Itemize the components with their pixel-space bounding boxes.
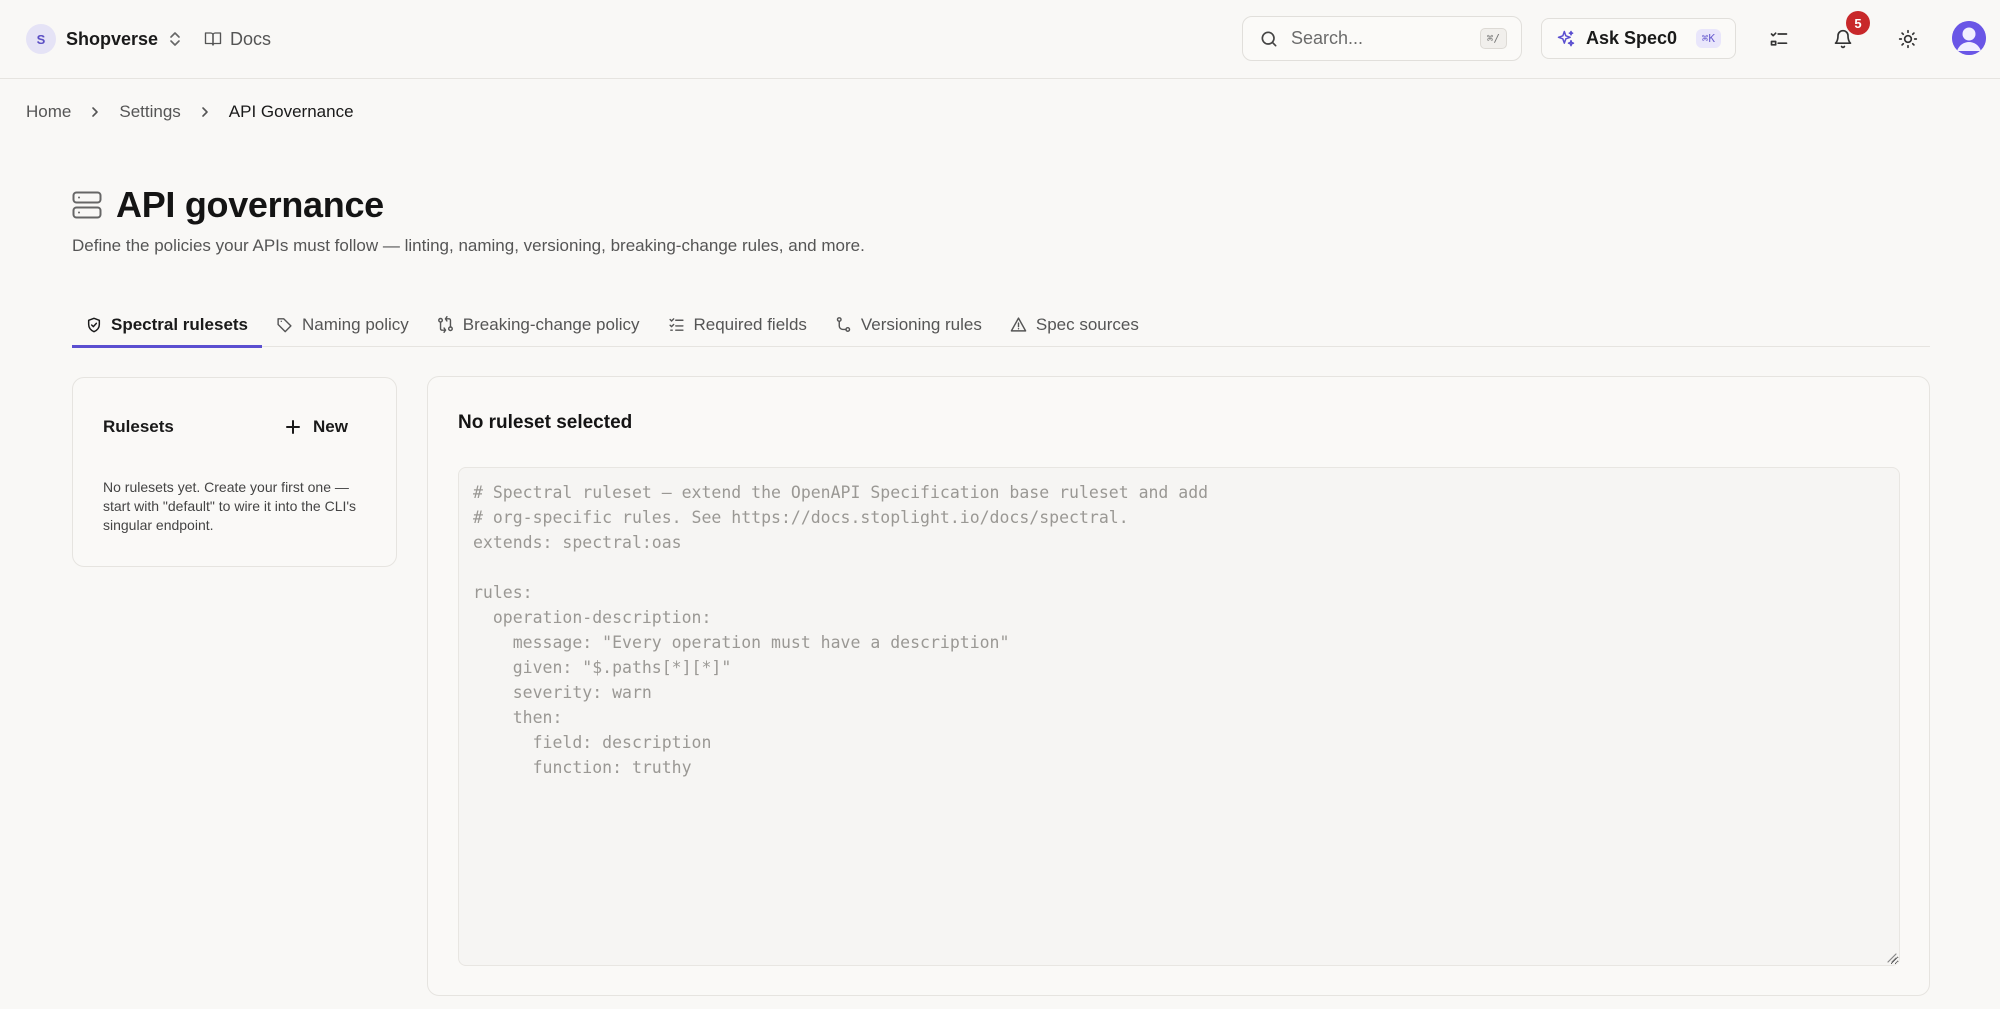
tasks-button[interactable] — [1760, 20, 1798, 58]
breadcrumb-current: API Governance — [228, 102, 354, 121]
rulesets-panel: Rulesets New No rulesets yet. Create you… — [72, 377, 397, 567]
search-icon — [1259, 29, 1279, 49]
tab-required-fields[interactable]: Required fields — [654, 302, 821, 347]
tab-label: Spectral rulesets — [111, 314, 249, 334]
tab-label: Spec sources — [1035, 314, 1139, 334]
editor-title: No ruleset selected — [458, 412, 633, 433]
top-bar: S Shopverse Docs Search... ⌘/ Ask Spec0 … — [0, 0, 2000, 79]
rulesets-empty-state: No rulesets yet. Create your first one —… — [103, 479, 357, 533]
book-icon — [204, 30, 222, 48]
rulesets-title: Rulesets — [103, 417, 174, 436]
docs-link[interactable]: Docs — [204, 24, 271, 54]
tab-label: Breaking-change policy — [462, 314, 640, 334]
ask-ai-label: Ask Spec0 — [1586, 28, 1678, 48]
warning-icon — [1010, 316, 1027, 333]
ruleset-editor[interactable] — [458, 467, 1900, 966]
git-compare-icon — [437, 316, 454, 333]
ruleset-yaml-textarea[interactable] — [473, 480, 1885, 953]
tab-spec-sources[interactable]: Spec sources — [996, 302, 1153, 347]
git-branch-icon — [835, 316, 852, 333]
page-title: API governance — [116, 184, 384, 225]
checklist-icon — [1769, 29, 1789, 49]
tab-naming-policy[interactable]: Naming policy — [262, 302, 423, 347]
breadcrumb-settings[interactable]: Settings — [119, 102, 180, 122]
org-avatar: S — [26, 24, 56, 54]
breadcrumb-home[interactable]: Home — [26, 102, 71, 122]
new-ruleset-button[interactable]: New — [279, 412, 354, 442]
plus-icon — [285, 419, 301, 435]
user-icon — [1952, 21, 1986, 55]
chevron-right-icon — [199, 106, 211, 118]
tab-breaking-change-policy[interactable]: Breaking-change policy — [423, 302, 654, 347]
tab-versioning-rules[interactable]: Versioning rules — [821, 302, 996, 347]
tag-icon — [276, 316, 293, 333]
docs-label: Docs — [230, 28, 272, 49]
user-avatar[interactable] — [1952, 21, 1986, 55]
chevron-up-down-icon — [168, 30, 182, 48]
new-ruleset-label: New — [313, 417, 348, 436]
search-shortcut: ⌘/ — [1479, 28, 1507, 49]
notification-badge: 5 — [1846, 11, 1870, 35]
org-switcher[interactable]: S Shopverse — [26, 22, 182, 56]
ask-ai-button[interactable]: Ask Spec0 ⌘K — [1541, 18, 1736, 59]
theme-toggle-button[interactable] — [1889, 20, 1927, 58]
search-box[interactable]: Search... ⌘/ — [1242, 16, 1522, 61]
tab-label: Versioning rules — [860, 314, 982, 334]
tab-spectral-rulesets[interactable]: Spectral rulesets — [72, 302, 263, 348]
sun-icon — [1898, 29, 1918, 49]
search-input[interactable]: Search... — [1291, 28, 1468, 49]
server-icon — [72, 191, 102, 219]
sparkles-icon — [1556, 29, 1576, 49]
tab-label: Required fields — [693, 314, 807, 334]
resize-handle-icon[interactable] — [1885, 951, 1897, 963]
governance-tabs: Spectral rulesets Naming policy Breaking… — [72, 302, 1930, 348]
checklist-icon — [668, 316, 685, 333]
org-name: Shopverse — [66, 28, 159, 49]
tab-label: Naming policy — [302, 314, 409, 334]
page-description: Define the policies your APIs must follo… — [72, 236, 865, 255]
ruleset-editor-panel: No ruleset selected — [427, 376, 1930, 996]
shield-check-icon — [86, 317, 102, 333]
breadcrumb: Home Settings API Governance — [26, 100, 354, 124]
chevron-right-icon — [89, 106, 101, 118]
ask-ai-shortcut: ⌘K — [1695, 29, 1721, 48]
